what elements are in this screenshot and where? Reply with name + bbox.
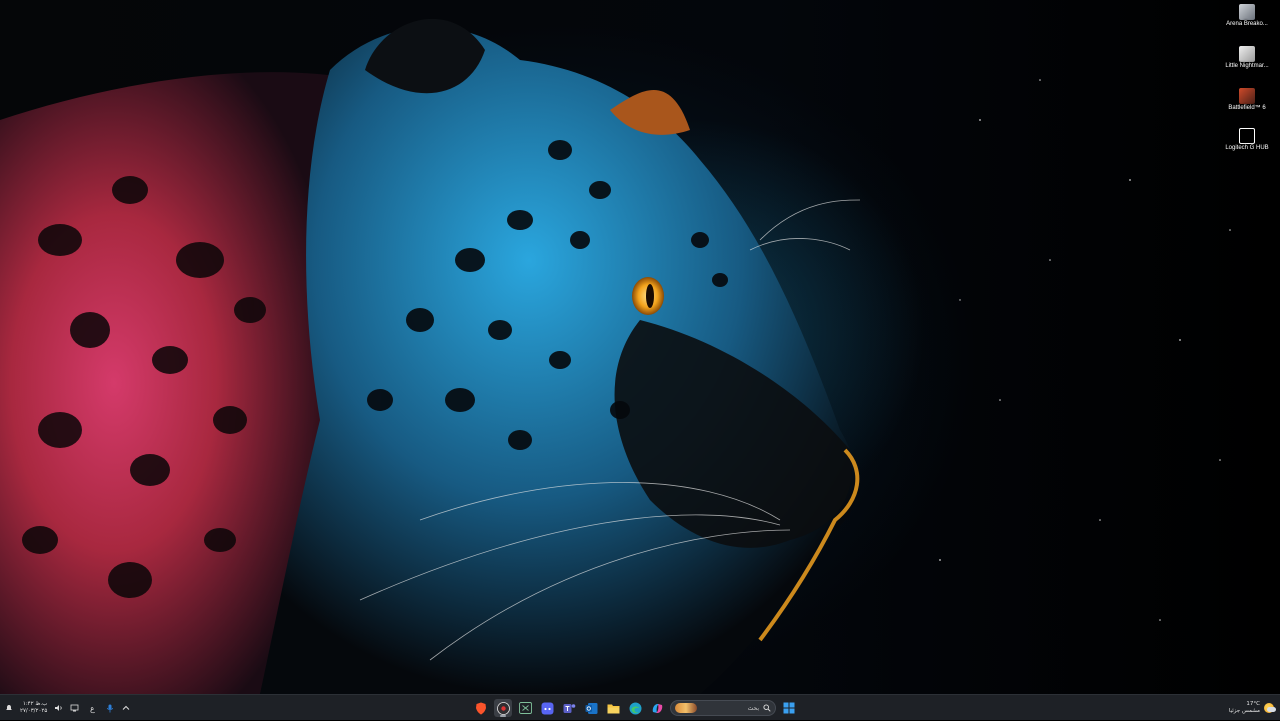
- search-box[interactable]: بحث: [670, 700, 776, 716]
- notifications-icon[interactable]: [4, 703, 14, 713]
- weather-temperature: 17°C: [1246, 701, 1260, 707]
- arena-breakout-game-icon: [1239, 4, 1255, 20]
- search-highlight-image: [675, 703, 697, 713]
- brave-browser-button[interactable]: [472, 699, 490, 717]
- start-button[interactable]: [780, 699, 798, 717]
- obs-studio-icon: [496, 701, 510, 715]
- clock[interactable]: ۱:۴۲ ب.ظ ۲۷/۰۳/۲۰۲۵: [20, 701, 47, 715]
- weather-widget[interactable]: 17°C مشمس جزئيا: [1228, 698, 1276, 718]
- teams-button[interactable]: [560, 699, 578, 717]
- shortcut-label: Little Nightmar...: [1225, 63, 1269, 69]
- show-hidden-icons-chevron-icon[interactable]: [121, 703, 131, 713]
- excel-icon: [518, 702, 532, 714]
- windows-start-icon: [783, 702, 795, 714]
- running-indicator: [500, 715, 506, 717]
- network-icon[interactable]: [69, 703, 79, 713]
- weather-condition: مشمس جزئيا: [1228, 708, 1260, 714]
- brave-browser-icon: [476, 702, 486, 714]
- obs-studio-button[interactable]: [494, 699, 512, 717]
- excel-button[interactable]: [516, 699, 534, 717]
- taskbar: ۱:۴۲ ب.ظ ۲۷/۰۳/۲۰۲۵ ع بحث 17°C مشمس جزئي…: [0, 694, 1280, 720]
- volume-icon[interactable]: [53, 703, 63, 713]
- edge-icon: [629, 702, 641, 714]
- clock-date: ۲۷/۰۳/۲۰۲۵: [20, 708, 48, 714]
- file-explorer-button[interactable]: [604, 699, 622, 717]
- desktop-shortcut-logitech-g-hub[interactable]: Logitech G HUB: [1218, 126, 1276, 152]
- desktop-shortcut-little-nightmares[interactable]: Little Nightmar...: [1218, 44, 1276, 70]
- taskbar-apps: بحث: [472, 698, 798, 718]
- battlefield-6-game-icon: [1239, 88, 1255, 104]
- logitech-g-hub-icon: [1239, 128, 1255, 144]
- desktop-shortcut-arena-breakout[interactable]: Arena Breako...: [1218, 2, 1276, 28]
- search-icon: [763, 704, 771, 712]
- shortcut-label: Battlefield™ 6: [1228, 105, 1266, 111]
- partly-sunny-icon: [1264, 703, 1276, 713]
- shortcut-label: Logitech G HUB: [1225, 145, 1269, 151]
- outlook-icon: [585, 702, 597, 714]
- jaguar-wallpaper: [0, 18, 1231, 694]
- desktop-shortcut-battlefield-6[interactable]: Battlefield™ 6: [1218, 86, 1276, 112]
- copilot-icon: [652, 703, 662, 713]
- outlook-button[interactable]: [582, 699, 600, 717]
- teams-icon: [563, 703, 575, 713]
- little-nightmares-game-icon: [1239, 46, 1255, 62]
- microphone-icon[interactable]: [105, 703, 115, 713]
- search-placeholder: بحث: [747, 704, 759, 712]
- shortcut-label: Arena Breako...: [1226, 21, 1268, 27]
- desktop: Arena Breako... Little Nightmar... Battl…: [0, 0, 1280, 694]
- file-explorer-icon: [607, 704, 619, 713]
- discord-icon: [541, 702, 553, 714]
- language-indicator[interactable]: ع: [85, 703, 99, 713]
- copilot-button[interactable]: [648, 699, 666, 717]
- edge-button[interactable]: [626, 699, 644, 717]
- discord-button[interactable]: [538, 699, 556, 717]
- system-tray: ۱:۴۲ ب.ظ ۲۷/۰۳/۲۰۲۵ ع: [4, 695, 131, 721]
- clock-time: ۱:۴۲ ب.ظ: [22, 701, 48, 707]
